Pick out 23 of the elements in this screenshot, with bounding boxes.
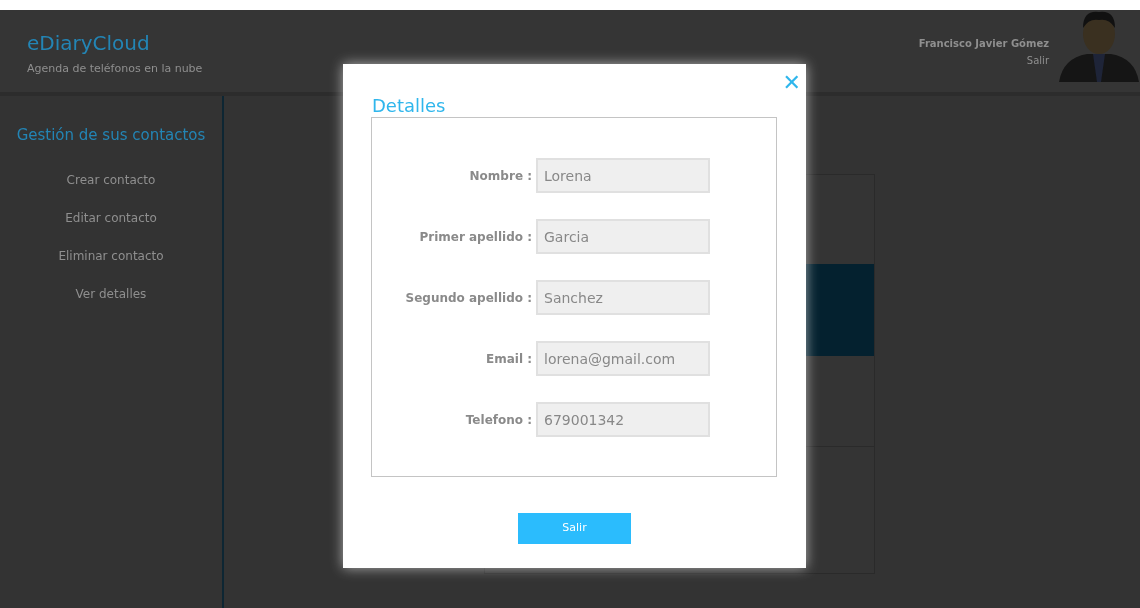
- exit-button[interactable]: Salir: [518, 513, 631, 544]
- text-field[interactable]: Garcia: [536, 219, 710, 254]
- user-avatar-icon: [1059, 10, 1139, 82]
- text-field[interactable]: 679001342: [536, 402, 710, 437]
- field-label: Email :: [485, 350, 533, 368]
- sidebar-item[interactable]: Crear contacto: [66, 170, 156, 189]
- sidebar-item[interactable]: Editar contacto: [65, 208, 157, 227]
- text-field[interactable]: lorena@gmail.com: [536, 341, 710, 376]
- text-field[interactable]: Lorena: [536, 158, 710, 193]
- app-subtitle: Agenda de teléfonos en la nube: [27, 61, 203, 77]
- dialog-title: Detalles: [372, 94, 446, 118]
- sidebar-item[interactable]: Ver detalles: [75, 284, 147, 303]
- logout-link[interactable]: Salir: [1026, 53, 1049, 68]
- sidebar-item[interactable]: Eliminar contacto: [58, 246, 164, 265]
- text-field[interactable]: Sanchez: [536, 280, 710, 315]
- app-title: eDiaryCloud: [27, 30, 151, 57]
- close-button[interactable]: ✕: [782, 66, 801, 99]
- field-label: Telefono :: [464, 411, 533, 429]
- sidebar-title: Gestión de sus contactos: [16, 125, 206, 146]
- user-name: Francisco Javier Gómez: [918, 37, 1049, 51]
- field-label: Segundo apellido :: [404, 289, 533, 307]
- field-label: Primer apellido :: [418, 228, 533, 246]
- field-label: Nombre :: [468, 167, 533, 185]
